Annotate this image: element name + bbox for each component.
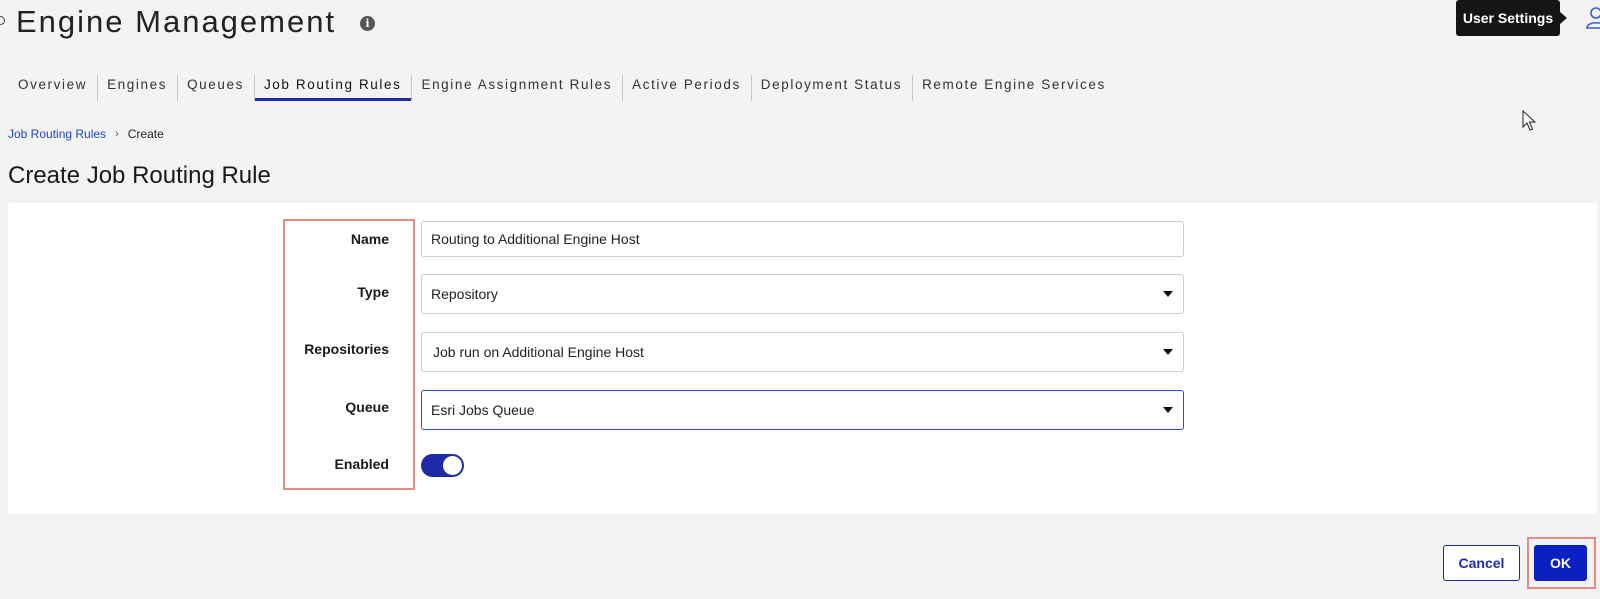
page-title: Engine Management: [16, 4, 337, 39]
toggle-knob: [443, 456, 462, 475]
chevron-right-icon: ›: [115, 128, 119, 140]
caret-down-icon: [1163, 291, 1173, 297]
name-label: Name: [350, 231, 389, 247]
tab-queues[interactable]: Queues: [177, 72, 254, 101]
name-value: Routing to Additional Engine Host: [431, 231, 640, 247]
tab-job-routing-rules[interactable]: Job Routing Rules: [253, 72, 412, 101]
caret-down-icon: [1163, 349, 1173, 355]
tab-active-periods[interactable]: Active Periods: [622, 72, 751, 101]
tab-engine-assignment-rules[interactable]: Engine Assignment Rules: [411, 72, 622, 101]
queue-value: Esri Jobs Queue: [431, 402, 535, 418]
tab-engines[interactable]: Engines: [97, 72, 177, 101]
type-value: Repository: [431, 286, 498, 302]
breadcrumb-current: Create: [127, 127, 164, 141]
tab-deployment-status[interactable]: Deployment Status: [750, 72, 912, 101]
name-field[interactable]: Routing to Additional Engine Host: [421, 221, 1184, 257]
mouse-cursor-icon: [1522, 109, 1537, 137]
info-icon[interactable]: i: [360, 16, 375, 31]
breadcrumb-link-job-routing-rules[interactable]: Job Routing Rules: [8, 127, 106, 141]
enabled-toggle[interactable]: [421, 454, 464, 477]
form-title: Create Job Routing Rule: [8, 162, 271, 189]
edge-circle-icon: [0, 16, 5, 25]
user-icon[interactable]: [1586, 6, 1600, 30]
cancel-button[interactable]: Cancel: [1443, 545, 1520, 581]
tab-bar: Overview Engines Queues Job Routing Rule…: [8, 72, 1116, 102]
tab-overview[interactable]: Overview: [8, 72, 97, 101]
queue-select[interactable]: Esri Jobs Queue: [421, 390, 1184, 430]
repositories-select[interactable]: Job run on Additional Engine Host: [421, 332, 1184, 372]
breadcrumb: Job Routing Rules › Create: [8, 127, 164, 141]
queue-label: Queue: [345, 399, 389, 415]
repositories-label: Repositories: [304, 341, 389, 357]
enabled-label: Enabled: [334, 456, 389, 472]
ok-button[interactable]: OK: [1534, 545, 1587, 581]
type-select[interactable]: Repository: [421, 274, 1184, 314]
caret-down-icon: [1163, 407, 1173, 413]
repositories-value: Job run on Additional Engine Host: [433, 344, 644, 360]
user-settings-tooltip: User Settings: [1456, 0, 1560, 36]
tooltip-arrow: [1560, 12, 1567, 24]
type-label: Type: [357, 284, 389, 300]
tab-remote-engine-services[interactable]: Remote Engine Services: [912, 72, 1116, 101]
